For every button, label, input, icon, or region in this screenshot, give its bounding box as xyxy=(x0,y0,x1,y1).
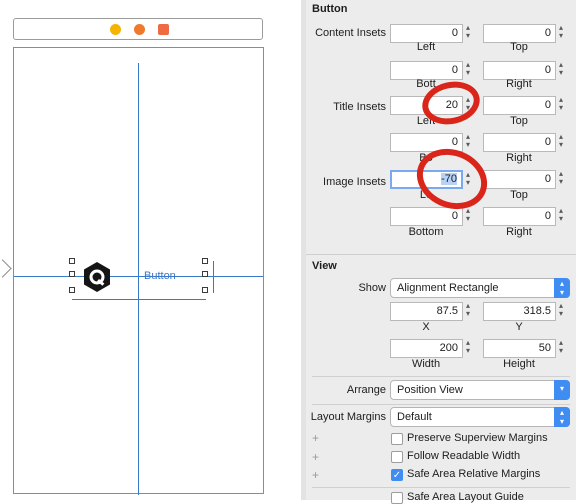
width-field[interactable]: 200 xyxy=(390,339,463,358)
content-insets-top-stepper[interactable]: ▴ ▾ xyxy=(557,24,565,42)
y-field[interactable]: 318.5 xyxy=(483,302,556,321)
safe-area-relative-margins-checkbox[interactable]: ✓ xyxy=(391,469,403,481)
title-insets-top-field[interactable]: 0 xyxy=(483,96,556,115)
layout-margins-label: Layout Margins xyxy=(310,411,386,423)
resize-handle[interactable] xyxy=(202,271,208,277)
button-image-icon xyxy=(84,262,110,292)
height-stepper[interactable]: ▴ ▾ xyxy=(557,339,565,357)
x-stepper[interactable]: ▴ ▾ xyxy=(464,302,472,320)
height-field[interactable]: 50 xyxy=(483,339,556,358)
height-caption: Height xyxy=(503,358,535,370)
content-insets-left-stepper[interactable]: ▴ ▾ xyxy=(464,24,472,42)
y-caption: Y xyxy=(515,321,523,333)
resize-handle[interactable] xyxy=(69,258,75,264)
image-insets-top-caption: Top xyxy=(510,189,528,201)
show-label: Show xyxy=(358,282,386,294)
image-insets-right-caption: Right xyxy=(506,226,532,238)
image-insets-top-stepper[interactable]: ▴ ▾ xyxy=(557,170,565,188)
content-insets-left-caption: Left xyxy=(416,41,436,53)
storyboard-canvas[interactable]: Button xyxy=(0,0,300,500)
chevron-updown-icon: ▴ ▾ xyxy=(554,278,570,298)
title-insets-bottom-stepper[interactable]: ▴ ▾ xyxy=(464,133,472,151)
image-insets-top-field[interactable]: 0 xyxy=(483,170,556,189)
entry-point-arrow[interactable] xyxy=(0,259,12,278)
view-controller-icon[interactable] xyxy=(110,24,121,35)
section-separator xyxy=(312,404,570,405)
chevron-down-icon: ▾ xyxy=(554,380,570,400)
x-caption: X xyxy=(422,321,430,333)
image-insets-right-stepper[interactable]: ▴ ▾ xyxy=(557,207,565,225)
plus-icon[interactable]: + xyxy=(312,431,319,445)
resize-handle[interactable] xyxy=(202,258,208,264)
follow-readable-width-label: Follow Readable Width xyxy=(407,450,521,462)
safe-area-layout-guide-checkbox[interactable] xyxy=(391,492,403,504)
image-insets-bottom-field[interactable]: 0 xyxy=(390,207,463,226)
resize-handle[interactable] xyxy=(69,271,75,277)
title-insets-top-stepper[interactable]: ▴ ▾ xyxy=(557,96,565,114)
section-separator xyxy=(312,376,570,377)
layout-margins-popup[interactable]: Default ▴ ▾ xyxy=(390,407,570,427)
title-insets-right-field[interactable]: 0 xyxy=(483,133,556,152)
device-frame: Button xyxy=(13,47,264,495)
safe-area-relative-margins-label: Safe Area Relative Margins xyxy=(407,468,541,480)
width-caption: Width xyxy=(411,358,441,370)
title-insets-label: Title Insets xyxy=(333,101,386,113)
preserve-superview-margins-label: Preserve Superview Margins xyxy=(407,432,548,444)
arrange-popup[interactable]: Position View ▾ xyxy=(390,380,570,400)
x-field[interactable]: 87.5 xyxy=(390,302,463,321)
button-section-title: Button xyxy=(312,3,348,15)
scene-dock xyxy=(13,18,263,40)
first-responder-icon[interactable] xyxy=(134,24,145,35)
show-popup[interactable]: Alignment Rectangle ▴ ▾ xyxy=(390,278,570,298)
follow-readable-width-checkbox[interactable] xyxy=(391,451,403,463)
image-insets-bottom-stepper[interactable]: ▴ ▾ xyxy=(464,207,472,225)
content-insets-label: Content Insets xyxy=(315,27,386,39)
image-insets-label: Image Insets xyxy=(323,176,386,188)
content-insets-right-stepper[interactable]: ▴ ▾ xyxy=(557,61,565,79)
content-insets-bottom-stepper[interactable]: ▴ ▾ xyxy=(464,61,472,79)
width-stepper[interactable]: ▴ ▾ xyxy=(464,339,472,357)
resize-handle[interactable] xyxy=(69,287,75,293)
arrange-popup-value: Position View xyxy=(397,384,463,396)
button-title: Button xyxy=(144,270,176,282)
resize-handle[interactable] xyxy=(202,287,208,293)
section-separator xyxy=(306,254,576,255)
exit-icon[interactable] xyxy=(158,24,169,35)
arrange-label: Arrange xyxy=(346,384,386,396)
content-insets-right-caption: Right xyxy=(506,78,532,90)
y-stepper[interactable]: ▴ ▾ xyxy=(557,302,565,320)
width-constraint-indicator xyxy=(72,299,206,300)
title-insets-right-stepper[interactable]: ▴ ▾ xyxy=(557,133,565,151)
show-popup-value: Alignment Rectangle xyxy=(397,282,499,294)
image-insets-bottom-caption: Bottom xyxy=(408,226,444,238)
plus-icon[interactable]: + xyxy=(312,450,319,464)
selected-button[interactable]: Button xyxy=(69,258,214,300)
view-section-title: View xyxy=(312,260,337,272)
section-separator xyxy=(312,487,570,488)
chevron-updown-icon: ▴ ▾ xyxy=(554,407,570,427)
layout-margins-popup-value: Default xyxy=(397,411,432,423)
title-insets-right-caption: Right xyxy=(506,152,532,164)
content-insets-top-caption: Top xyxy=(510,41,528,53)
plus-icon[interactable]: + xyxy=(312,468,319,482)
safe-area-layout-guide-label: Safe Area Layout Guide xyxy=(407,491,524,503)
attributes-inspector: Button Content Insets 0 ▴ ▾ Left 0 ▴ ▾ Top… xyxy=(306,0,576,504)
image-insets-right-field[interactable]: 0 xyxy=(483,207,556,226)
height-constraint-indicator xyxy=(213,261,214,293)
preserve-superview-margins-checkbox[interactable] xyxy=(391,433,403,445)
title-insets-top-caption: Top xyxy=(510,115,528,127)
